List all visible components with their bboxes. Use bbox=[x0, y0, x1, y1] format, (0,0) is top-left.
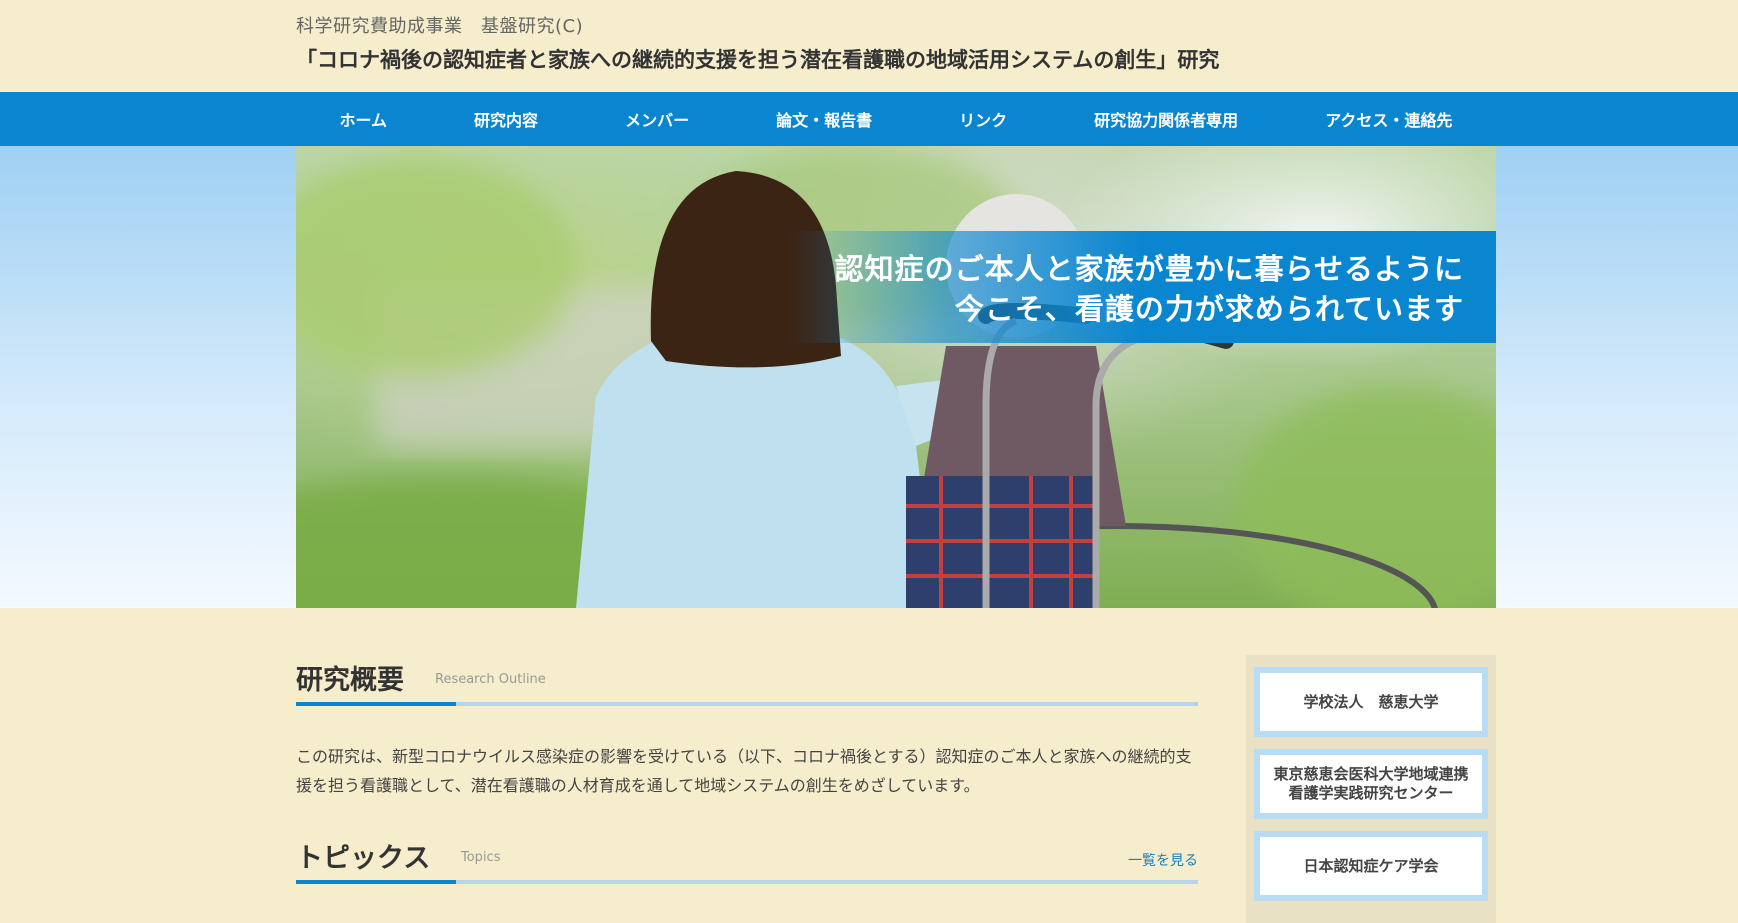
section-header-topics: トピックス Topics 一覧を見る bbox=[296, 828, 1198, 884]
nav-item-access[interactable]: アクセス・連絡先 bbox=[1317, 107, 1460, 131]
hero-caption-line1: 認知症のご本人と家族が豊かに暮らせるように bbox=[834, 252, 1464, 286]
sidebar: 学校法人 慈恵大学 東京慈恵会医科大学地域連携 看護学実践研究センター 日本認知… bbox=[1246, 655, 1496, 923]
header-subtitle: 科学研究費助成事業 基盤研究(C) bbox=[296, 16, 584, 37]
section-title-topics: トピックス bbox=[296, 843, 431, 874]
nav-item-members[interactable]: メンバー bbox=[617, 107, 697, 131]
sidebar-link-label: 東京慈恵会医科大学地域連携 bbox=[1273, 765, 1469, 783]
outline-text: この研究は、新型コロナウイルス感染症の影響を受けている（以下、コロナ禍後とする）… bbox=[296, 747, 1192, 795]
hero-image bbox=[296, 146, 1496, 608]
site-header: 科学研究費助成事業 基盤研究(C) 「コロナ禍後の認知症者と家族への継続的支援を… bbox=[0, 0, 1738, 92]
section-subtitle-outline: Research Outline bbox=[435, 672, 546, 687]
nav-item-research[interactable]: 研究内容 bbox=[466, 107, 546, 131]
nav-item-collaborators[interactable]: 研究協力関係者専用 bbox=[1086, 107, 1246, 131]
header-inner: 科学研究費助成事業 基盤研究(C) 「コロナ禍後の認知症者と家族への継続的支援を… bbox=[296, 14, 1496, 76]
hero-caption-line2: 今こそ、看護の力が求められています bbox=[954, 292, 1464, 326]
hero-illustration bbox=[296, 146, 1496, 608]
caregiver-shirt bbox=[576, 326, 936, 608]
sidebar-link-jikei-university[interactable]: 学校法人 慈恵大学 bbox=[1254, 667, 1488, 737]
nav-list: ホーム 研究内容 メンバー 論文・報告書 リンク 研究協力関係者専用 アクセス・… bbox=[296, 92, 1496, 146]
hero-caption: 認知症のご本人と家族が豊かに暮らせるように 今こそ、看護の力が求められています bbox=[788, 231, 1496, 343]
section-title-outline: 研究概要 bbox=[296, 665, 404, 696]
sidebar-link-label: 看護学実践研究センター bbox=[1288, 784, 1454, 802]
see-all-topics-link[interactable]: 一覧を見る bbox=[1128, 850, 1198, 870]
nav-item-home[interactable]: ホーム bbox=[332, 107, 396, 131]
main-nav: ホーム 研究内容 メンバー 論文・報告書 リンク 研究協力関係者専用 アクセス・… bbox=[0, 92, 1738, 146]
topics-section: トピックス Topics 一覧を見る bbox=[296, 828, 1198, 884]
sidebar-link-label: 学校法人 慈恵大学 bbox=[1303, 692, 1439, 711]
sidebar-link-nursing-center[interactable]: 東京慈恵会医科大学地域連携 看護学実践研究センター bbox=[1254, 749, 1488, 819]
sidebar-link-label: 日本認知症ケア学会 bbox=[1303, 856, 1439, 875]
research-outline-section: 研究概要 Research Outline この研究は、新型コロナウイルス感染症… bbox=[296, 650, 1198, 800]
section-subtitle-topics: Topics bbox=[461, 850, 501, 865]
main-content: 研究概要 Research Outline この研究は、新型コロナウイルス感染症… bbox=[296, 650, 1198, 884]
nav-item-links[interactable]: リンク bbox=[951, 107, 1015, 131]
section-header-outline: 研究概要 Research Outline bbox=[296, 650, 1198, 706]
background-grass-right bbox=[1236, 386, 1496, 608]
site-title[interactable]: 「コロナ禍後の認知症者と家族への継続的支援を担う潜在看護職の地域活用システムの創… bbox=[296, 44, 1496, 76]
nav-item-papers[interactable]: 論文・報告書 bbox=[768, 107, 880, 131]
sidebar-link-dementia-care-society[interactable]: 日本認知症ケア学会 bbox=[1254, 831, 1488, 901]
